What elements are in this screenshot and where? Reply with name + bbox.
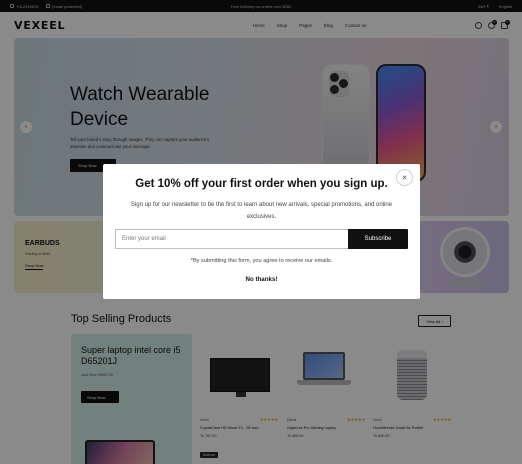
subscribe-button[interactable]: Subscribe (348, 229, 408, 249)
modal-description: Sign up for our newsletter to be the fir… (130, 202, 393, 220)
newsletter-modal: ✕ Get 10% off your first order when you … (103, 164, 420, 299)
no-thanks-button[interactable]: No thanks! (103, 276, 420, 283)
modal-terms: *By submitting this form, you agree to r… (190, 258, 333, 264)
email-field[interactable]: Enter your email (115, 229, 348, 249)
modal-title: Get 10% off your first order when you si… (135, 178, 388, 190)
